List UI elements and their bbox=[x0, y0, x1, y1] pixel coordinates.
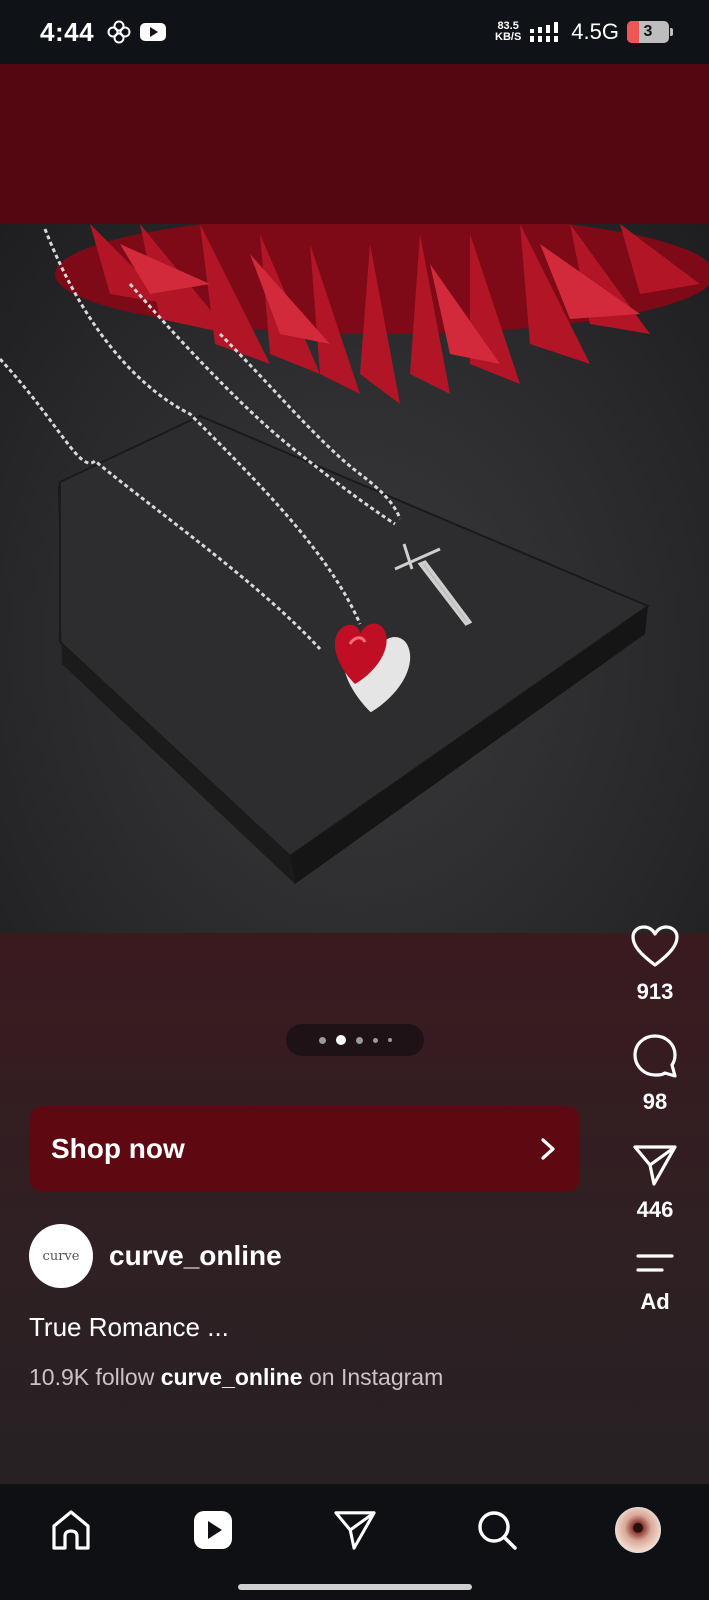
follow-prompt[interactable]: 10.9K follow curve_online on Instagram bbox=[29, 1364, 443, 1391]
shop-now-label: Shop now bbox=[51, 1133, 185, 1164]
carousel-dot-active bbox=[335, 1035, 346, 1045]
carousel-indicator bbox=[286, 1024, 424, 1056]
nav-home[interactable] bbox=[47, 1506, 95, 1554]
carousel-dot bbox=[318, 1036, 326, 1044]
red-flower bbox=[55, 224, 709, 404]
carousel-dot bbox=[355, 1036, 363, 1044]
follow-username[interactable]: curve_online bbox=[161, 1364, 303, 1390]
menu-lines-icon bbox=[636, 1254, 674, 1272]
reel-actions: 913 98 446 Ad bbox=[615, 925, 695, 1343]
necklace-photo-illustration bbox=[0, 224, 709, 884]
search-icon bbox=[478, 1511, 517, 1550]
share-button[interactable]: 446 bbox=[615, 1143, 695, 1223]
product-image[interactable] bbox=[0, 224, 709, 933]
like-count: 913 bbox=[636, 979, 674, 1004]
flower-notification-icon bbox=[107, 20, 131, 44]
chevron-right-icon bbox=[541, 1138, 555, 1160]
profile-avatar bbox=[615, 1507, 661, 1553]
like-button[interactable]: 913 bbox=[615, 925, 695, 1005]
nav-profile[interactable] bbox=[614, 1506, 662, 1554]
bottom-navigation bbox=[0, 1484, 709, 1600]
net-speed: 83.5 KB/S bbox=[495, 20, 522, 43]
account-row[interactable]: curve curve_online bbox=[29, 1224, 282, 1288]
carousel-dot bbox=[372, 1037, 378, 1043]
youtube-notification-icon bbox=[140, 23, 167, 41]
nav-reels[interactable] bbox=[189, 1506, 237, 1554]
heart-icon bbox=[631, 925, 679, 967]
reel-caption[interactable]: True Romance ... bbox=[29, 1312, 229, 1343]
status-bar: 4:44 83.5 KB/S 4.5G 3 bbox=[0, 0, 709, 64]
comment-icon bbox=[633, 1034, 677, 1078]
direct-icon bbox=[334, 1511, 376, 1550]
reels-icon bbox=[194, 1511, 232, 1549]
nav-direct[interactable] bbox=[331, 1506, 379, 1554]
signal-icon bbox=[530, 22, 559, 42]
network-type: 4.5G bbox=[571, 19, 619, 44]
battery-icon: 3 bbox=[627, 21, 673, 43]
reel-lower-area bbox=[0, 933, 709, 1484]
nav-search[interactable] bbox=[473, 1506, 521, 1554]
home-indicator[interactable] bbox=[238, 1584, 472, 1590]
shop-now-button[interactable]: Shop now bbox=[29, 1106, 580, 1192]
ad-label: Ad bbox=[640, 1289, 670, 1314]
share-count: 446 bbox=[636, 1197, 674, 1222]
account-avatar[interactable]: curve bbox=[29, 1224, 93, 1288]
top-band bbox=[0, 64, 709, 224]
more-options-button[interactable]: Ad bbox=[615, 1251, 695, 1315]
status-time: 4:44 bbox=[40, 16, 95, 47]
carousel-dot bbox=[387, 1038, 392, 1042]
comment-button[interactable]: 98 bbox=[615, 1033, 695, 1115]
account-username[interactable]: curve_online bbox=[109, 1240, 282, 1272]
comment-count: 98 bbox=[642, 1089, 668, 1114]
home-icon bbox=[52, 1510, 90, 1550]
send-icon bbox=[633, 1145, 677, 1186]
